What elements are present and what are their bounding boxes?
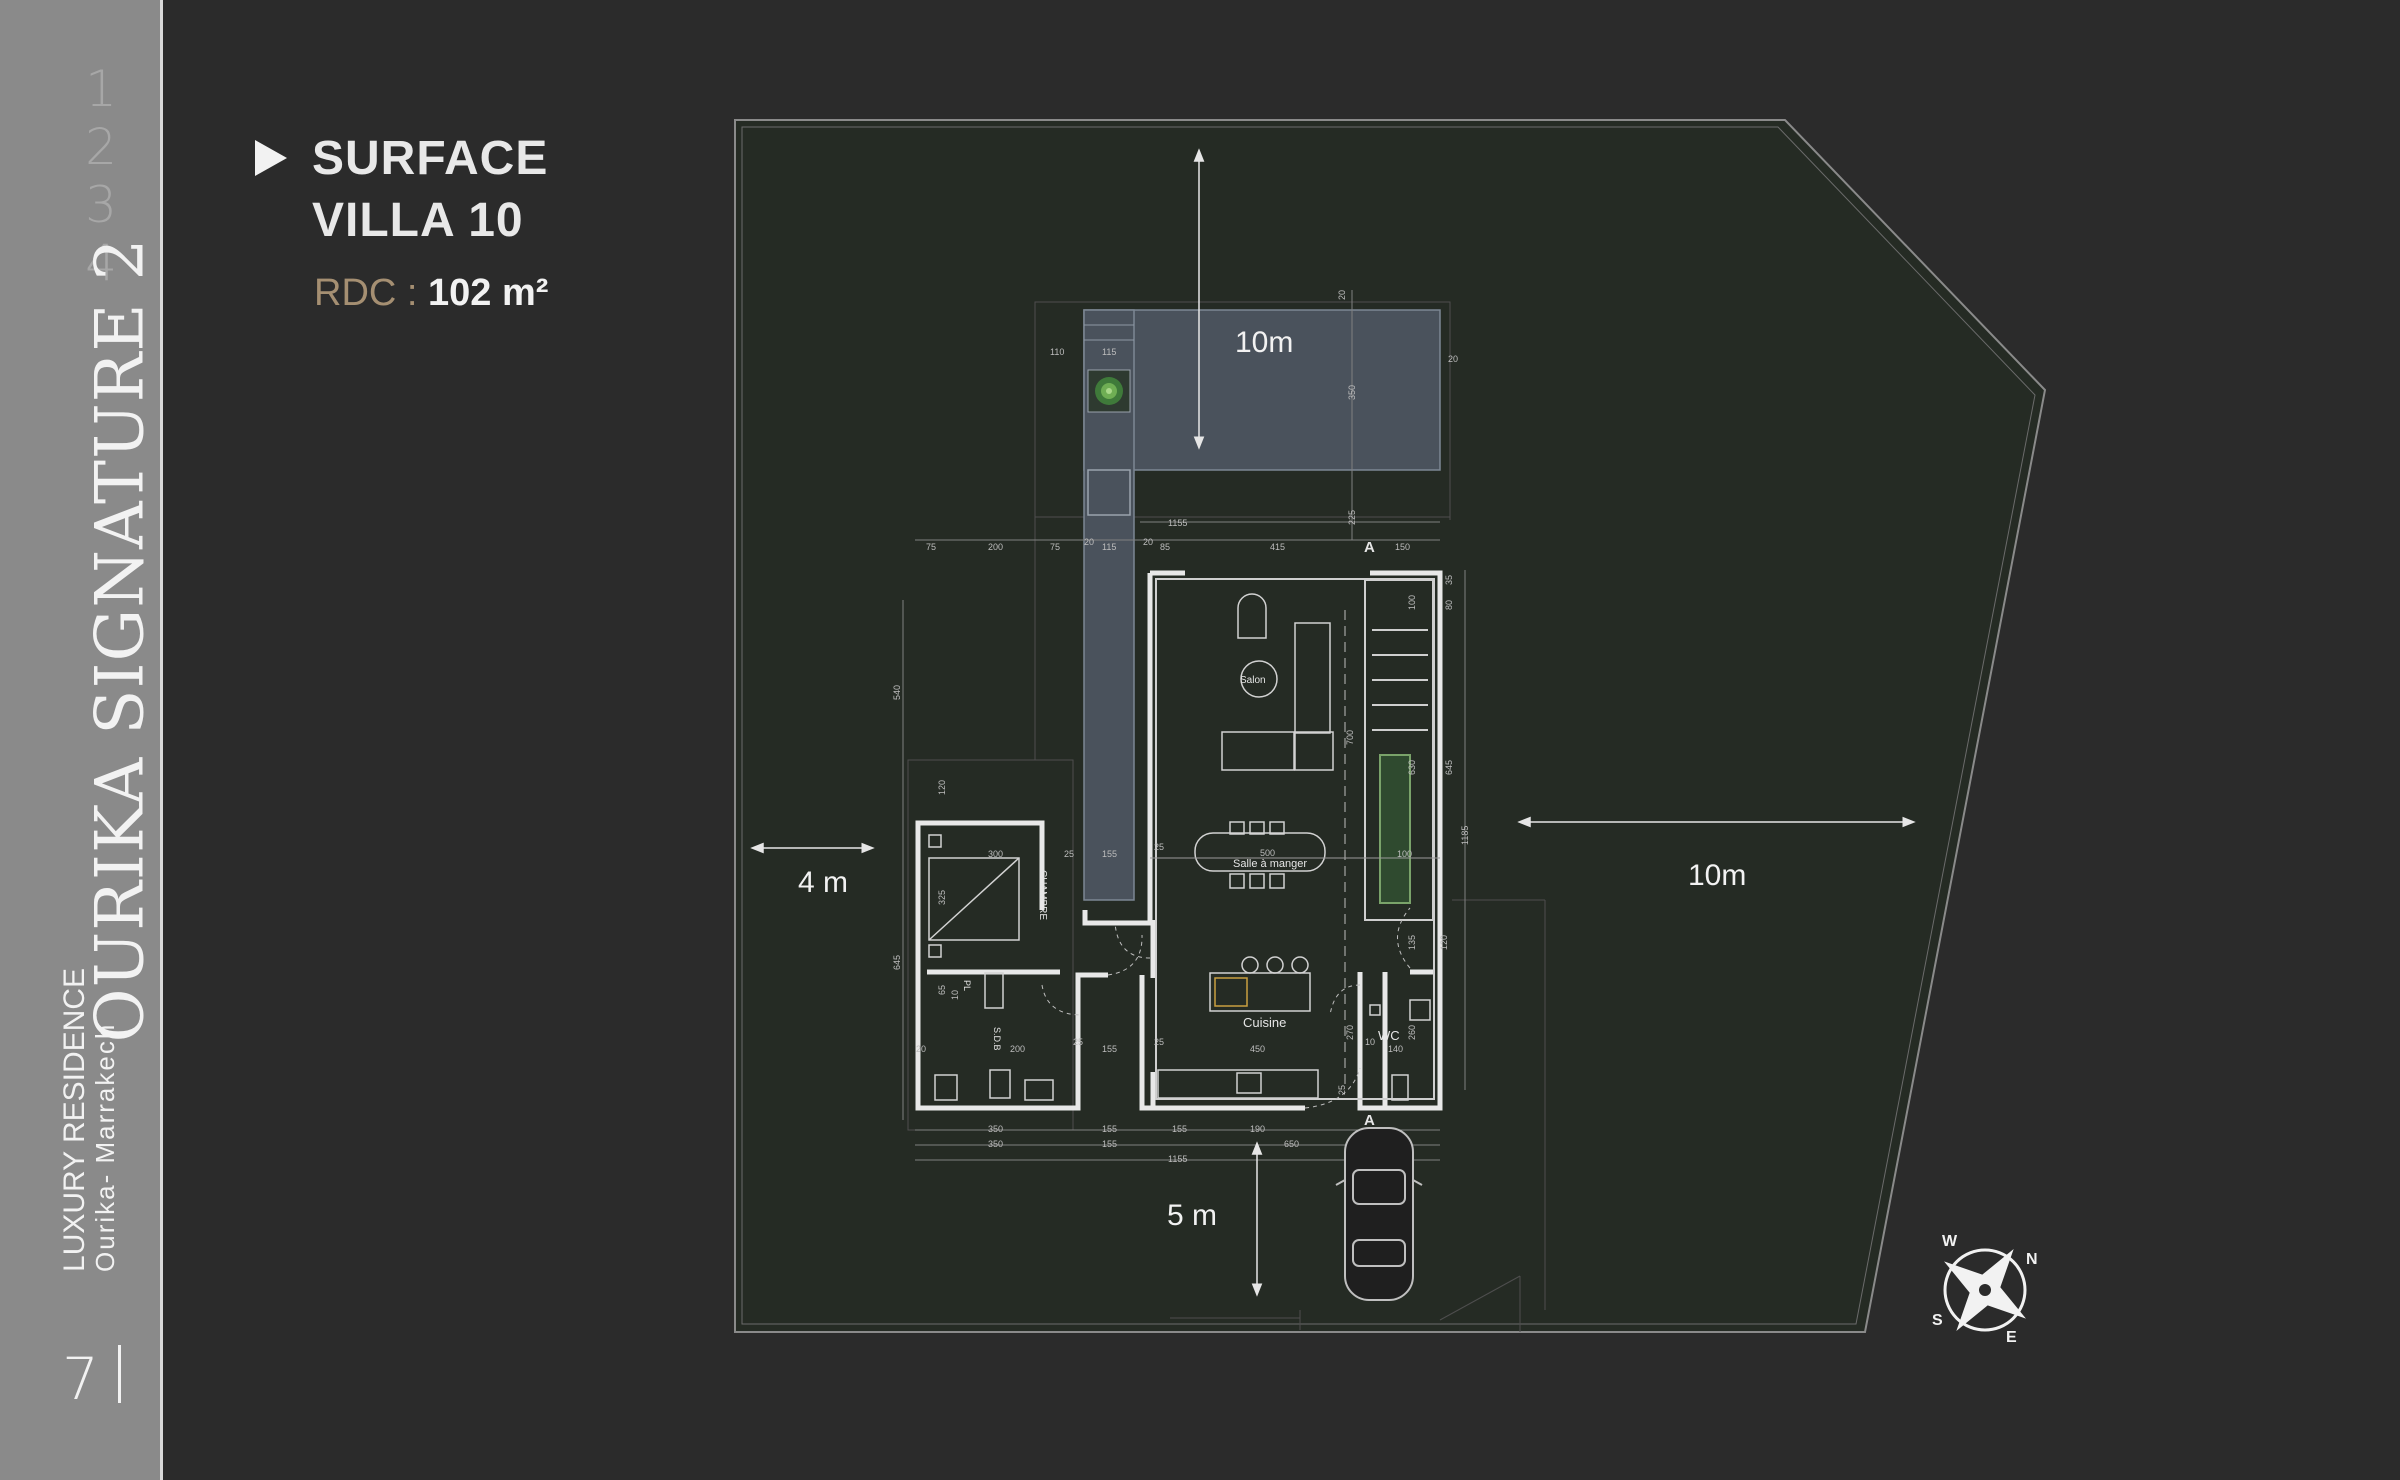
- setback-north: 10m: [1235, 326, 1293, 359]
- dim-label: 155: [1172, 1124, 1187, 1134]
- dim-label: 25: [1337, 1085, 1347, 1095]
- section-marker-bottom: A: [1364, 1112, 1375, 1129]
- dim-label: 325: [937, 890, 947, 905]
- dim-label: 350: [988, 1124, 1003, 1134]
- room-bathroom: S.D.B: [992, 1027, 1002, 1051]
- dim-label: 115: [1102, 347, 1116, 357]
- dim-label: 20: [916, 1044, 926, 1054]
- room-dining: Salle à manger: [1233, 858, 1307, 870]
- dim-label: 155: [1102, 1139, 1117, 1149]
- dim-label: 350: [1347, 385, 1357, 400]
- setback-west: 4 m: [798, 866, 848, 899]
- dim-label: 155: [1102, 849, 1117, 859]
- setback-east: 10m: [1688, 859, 1746, 892]
- room-kitchen: Cuisine: [1243, 1015, 1286, 1030]
- dim-label: 20: [1084, 537, 1094, 547]
- dim-label: 1185: [1460, 826, 1470, 845]
- dim-label: 20: [1143, 537, 1153, 547]
- setback-south: 5 m: [1167, 1199, 1217, 1232]
- dim-label: 110: [1050, 347, 1064, 357]
- dim-label: 200: [988, 542, 1003, 552]
- dim-label: 120: [1439, 935, 1449, 950]
- dim-label: 120: [937, 780, 947, 795]
- dim-label: 270: [1345, 1025, 1355, 1040]
- dim-label: 25: [1154, 842, 1164, 852]
- dim-label: 80: [1444, 600, 1454, 610]
- dim-label: 25: [1154, 1037, 1164, 1047]
- dim-label: 155: [1102, 1124, 1117, 1134]
- room-wc: WC: [1378, 1028, 1400, 1043]
- dim-label: 500: [1260, 848, 1275, 858]
- dim-label: 415: [1270, 542, 1285, 552]
- dim-label: 20: [1337, 290, 1347, 300]
- dim-label: 260: [1407, 1025, 1417, 1040]
- dim-label: 35: [1444, 575, 1454, 585]
- room-salon: Salon: [1240, 675, 1266, 686]
- dim-label: 650: [1284, 1139, 1299, 1149]
- dim-label: 100: [1397, 849, 1412, 859]
- dim-label: 85: [1160, 542, 1170, 552]
- dim-label: 225: [1347, 510, 1357, 525]
- dim-label: 700: [1345, 730, 1355, 745]
- dim-label: 155: [1102, 1044, 1117, 1054]
- dim-label: 150: [1395, 542, 1410, 552]
- dim-label: 645: [892, 955, 902, 970]
- dim-label: 135: [1407, 935, 1417, 950]
- car-icon: [1335, 1127, 1423, 1301]
- compass-e: E: [2006, 1329, 2017, 1346]
- dim-label: 1155: [1168, 518, 1187, 528]
- dim-label: 450: [1250, 1044, 1265, 1054]
- compass-s: S: [1932, 1312, 1943, 1329]
- room-pl: PL: [962, 980, 972, 991]
- dim-label: 190: [1250, 1124, 1265, 1134]
- dim-label: 75: [1050, 542, 1060, 552]
- dim-label: 300: [988, 849, 1003, 859]
- floor-plan: 10m 10m 4 m 5 m Salon Salle à manger Cui…: [734, 119, 2047, 1346]
- dim-label: 65: [937, 985, 947, 995]
- dim-label: 350: [988, 1139, 1003, 1149]
- dim-label: 630: [1407, 760, 1417, 775]
- dim-label: 645: [1444, 760, 1454, 775]
- dim-label: 100: [1407, 595, 1417, 610]
- room-bedroom: CHAMBRE: [1037, 870, 1048, 920]
- compass-w: W: [1942, 1233, 1958, 1250]
- dim-label: 115: [1102, 542, 1116, 552]
- dim-label: 75: [926, 542, 936, 552]
- compass-icon: [1943, 1248, 2027, 1332]
- dim-label: 140: [1388, 1044, 1403, 1054]
- dim-label: 20: [1448, 354, 1458, 364]
- section-marker-top: A: [1364, 539, 1375, 556]
- dim-label: 25: [1064, 849, 1074, 859]
- compass-n: N: [2026, 1251, 2038, 1268]
- plant-icon: [1087, 369, 1131, 413]
- dim-label: 200: [1010, 1044, 1025, 1054]
- dim-label: 10: [1365, 1037, 1375, 1047]
- dim-label: 10: [950, 990, 960, 1000]
- dim-label: 540: [892, 685, 902, 700]
- dim-label: 1155: [1168, 1154, 1187, 1164]
- dim-label: 25: [1073, 1037, 1083, 1047]
